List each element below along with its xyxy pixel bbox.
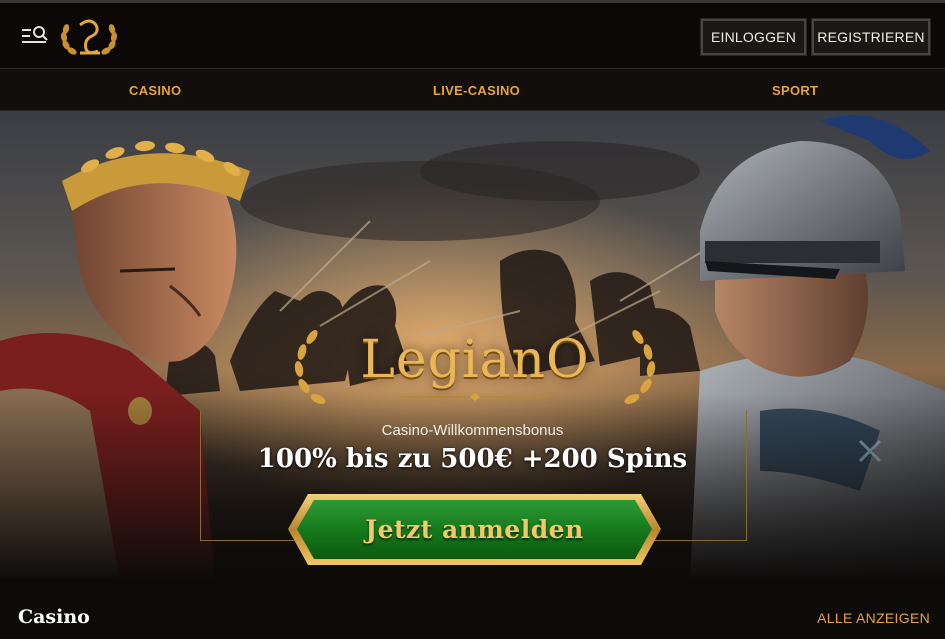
login-button[interactable]: EINLOGGEN (700, 18, 807, 56)
brand-wordmark: LegianO (360, 330, 590, 390)
nav-item-casino[interactable]: CASINO (129, 69, 181, 112)
nav-item-sport[interactable]: SPORT (772, 69, 818, 112)
signup-cta-button[interactable]: Jetzt anmelden (286, 492, 663, 567)
section-title-casino: Casino (18, 606, 90, 628)
nav-item-live-casino[interactable]: LIVE-CASINO (433, 69, 520, 112)
signup-cta-label: Jetzt anmelden (365, 515, 584, 544)
top-bar: EINLOGGEN REGISTRIEREN (0, 0, 945, 68)
hero-banner[interactable]: LegianO Casino-Willkommensbonus 100% bis… (0, 111, 945, 581)
brand-logo: LegianO (290, 321, 660, 411)
bonus-subtitle: Casino-Willkommensbonus (381, 422, 564, 439)
bonus-title: 100% bis zu 500€ +200 Spins (257, 444, 688, 474)
main-nav: CASINO LIVE-CASINO SPORT (0, 68, 945, 111)
menu-search-icon[interactable] (20, 23, 50, 49)
register-button[interactable]: REGISTRIEREN (811, 18, 931, 56)
legiano-laurel-logo[interactable] (58, 15, 120, 61)
view-all-link[interactable]: ALLE ANZEIGEN (817, 610, 930, 626)
